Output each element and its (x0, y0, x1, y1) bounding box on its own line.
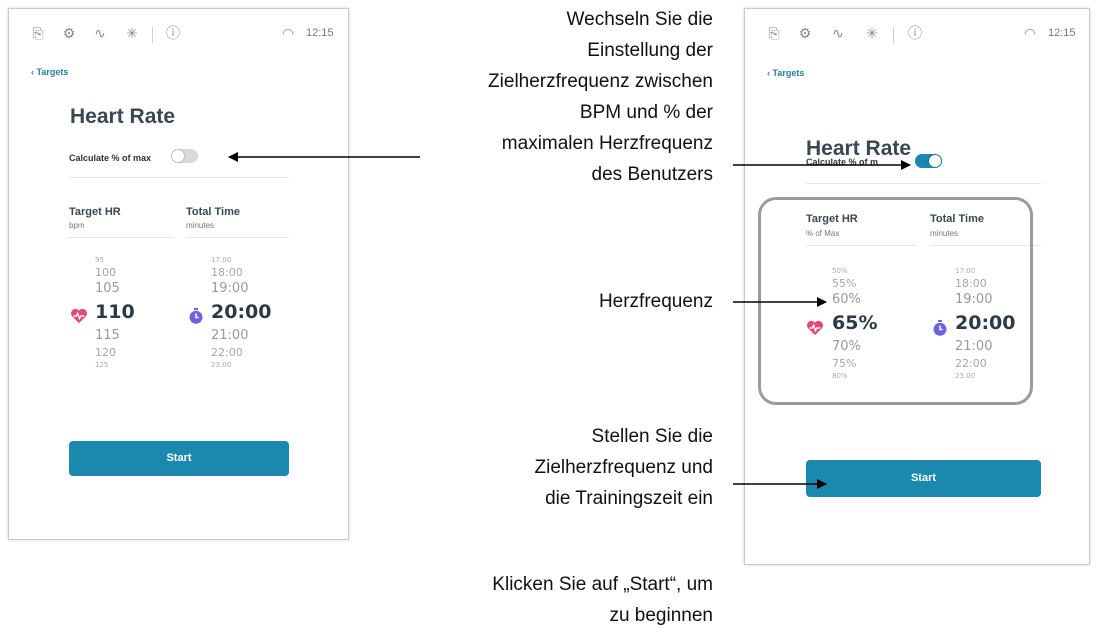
annotation-arrows (228, 152, 911, 489)
